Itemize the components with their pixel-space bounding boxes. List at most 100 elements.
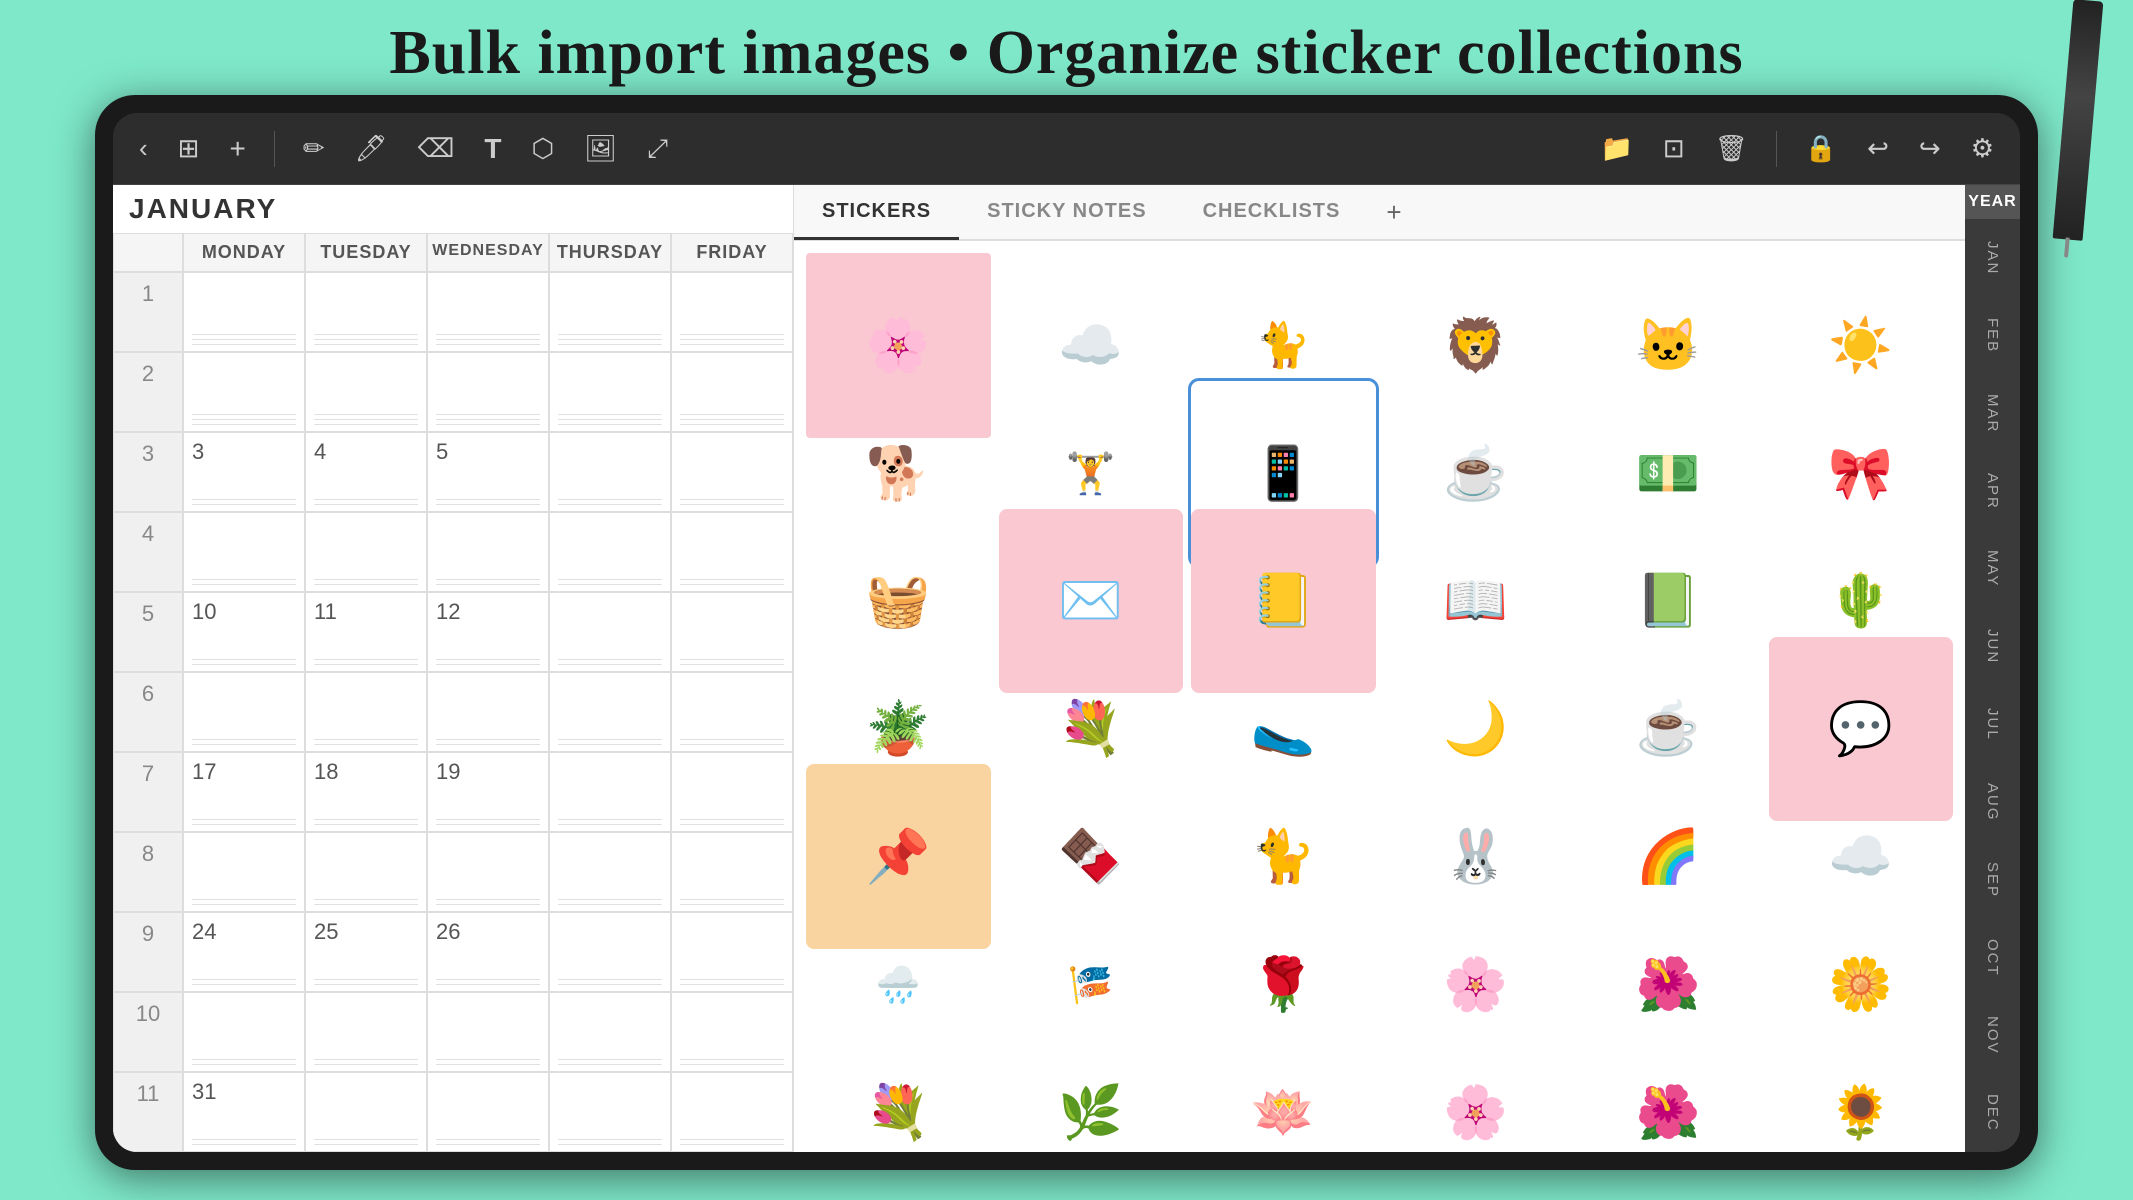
pen-icon[interactable]: 🖊 [349, 127, 394, 170]
cal-cell-r7c4[interactable] [549, 752, 671, 832]
back-icon[interactable]: ‹ [133, 127, 154, 170]
select-icon[interactable]: ⤢ [641, 127, 674, 171]
image-icon[interactable]: 🖼 [578, 127, 623, 170]
cal-cell-r4c2[interactable] [305, 512, 427, 592]
cal-cell-r5c1[interactable]: 10 [183, 592, 305, 672]
cal-cell-r11c2[interactable] [305, 1072, 427, 1152]
cal-cell-r3c3[interactable]: 5 [427, 432, 549, 512]
grid-icon[interactable]: ⊞ [172, 127, 206, 170]
calendar-month: JANUARY [129, 193, 277, 225]
tab-stickers[interactable]: STICKERS [794, 186, 959, 240]
month-jan[interactable]: JAN [1984, 219, 2001, 297]
cal-cell-r7c3[interactable]: 19 [427, 752, 549, 832]
cal-cell-r11c3[interactable] [427, 1072, 549, 1152]
month-sep[interactable]: SEP [1984, 841, 2001, 919]
crop-icon[interactable]: ⊡ [1657, 127, 1691, 170]
cal-cell-r6c5[interactable] [671, 672, 793, 752]
sticker-38[interactable]: 🌿 [999, 1020, 1184, 1152]
month-apr[interactable]: APR [1984, 452, 2001, 530]
cal-cell-r6c4[interactable] [549, 672, 671, 752]
cal-cell-r2c4[interactable] [549, 352, 671, 432]
cal-cell-r4c5[interactable] [671, 512, 793, 592]
month-jul[interactable]: JUL [1984, 686, 2001, 764]
tab-sticky-notes[interactable]: STICKY NOTES [959, 186, 1174, 240]
cal-cell-r9c4[interactable] [549, 912, 671, 992]
cal-cell-r6c3[interactable] [427, 672, 549, 752]
cal-cell-r7c5[interactable] [671, 752, 793, 832]
month-may[interactable]: MAY [1984, 530, 2001, 608]
cal-cell-r10c2[interactable] [305, 992, 427, 1072]
cal-cell-r2c2[interactable] [305, 352, 427, 432]
cal-cell-r1c2[interactable] [305, 272, 427, 352]
cal-cell-r9c3[interactable]: 26 [427, 912, 549, 992]
cal-cell-r11c4[interactable] [549, 1072, 671, 1152]
undo-icon[interactable]: ↩ [1861, 127, 1895, 170]
year-label[interactable]: YEAR [1965, 185, 2020, 219]
eraser-icon[interactable]: ⌫ [412, 127, 461, 170]
redo-icon[interactable]: ↪ [1913, 127, 1947, 170]
shape-icon[interactable]: ⬡ [526, 127, 561, 170]
cal-cell-r3c5[interactable] [671, 432, 793, 512]
cal-cell-r9c5[interactable] [671, 912, 793, 992]
cal-cell-r2c1[interactable] [183, 352, 305, 432]
cal-cell-r7c1[interactable]: 17 [183, 752, 305, 832]
sticker-37[interactable]: 💐 [806, 1020, 991, 1152]
cal-cell-r6c1[interactable] [183, 672, 305, 752]
cal-cell-r1c3[interactable] [427, 272, 549, 352]
row-9: 9 [113, 912, 183, 992]
month-mar[interactable]: MAR [1984, 375, 2001, 453]
cal-cell-r8c3[interactable] [427, 832, 549, 912]
cal-cell-r5c3[interactable]: 12 [427, 592, 549, 672]
cal-cell-r8c1[interactable] [183, 832, 305, 912]
cal-cell-r3c1[interactable]: 3 [183, 432, 305, 512]
text-icon[interactable]: T [478, 127, 507, 171]
month-oct[interactable]: OCT [1984, 919, 2001, 997]
files-icon[interactable]: 📁 [1595, 127, 1639, 170]
sticker-40[interactable]: 🌸 [1384, 1020, 1569, 1152]
cal-cell-r7c2[interactable]: 18 [305, 752, 427, 832]
row-7: 7 [113, 752, 183, 832]
month-dec[interactable]: DEC [1984, 1074, 2001, 1152]
cal-cell-r2c5[interactable] [671, 352, 793, 432]
sticker-42[interactable]: 🌻 [1769, 1020, 1954, 1152]
month-feb[interactable]: FEB [1984, 297, 2001, 375]
settings-icon[interactable]: ⚙ [1965, 127, 2000, 170]
cal-cell-r1c4[interactable] [549, 272, 671, 352]
tablet-frame: ‹ ⊞ + ✏ 🖊 ⌫ T ⬡ 🖼 ⤢ 📁 ⊡ 🗑 🔒 ↩ ↪ ⚙ [95, 95, 2038, 1170]
cal-cell-r10c1[interactable] [183, 992, 305, 1072]
delete-icon[interactable]: 🗑 [1709, 127, 1754, 170]
cal-cell-r11c1[interactable]: 31 [183, 1072, 305, 1152]
add-icon[interactable]: + [223, 127, 251, 171]
cal-cell-r11c5[interactable] [671, 1072, 793, 1152]
cal-cell-r9c1[interactable]: 24 [183, 912, 305, 992]
cal-cell-r5c4[interactable] [549, 592, 671, 672]
cal-cell-r3c4[interactable] [549, 432, 671, 512]
cal-cell-r4c3[interactable] [427, 512, 549, 592]
add-tab-button[interactable]: + [1368, 187, 1419, 238]
cal-cell-r10c3[interactable] [427, 992, 549, 1072]
sticker-39[interactable]: 🪷 [1191, 1020, 1376, 1152]
cal-cell-r4c1[interactable] [183, 512, 305, 592]
month-aug[interactable]: AUG [1984, 763, 2001, 841]
cal-cell-r9c2[interactable]: 25 [305, 912, 427, 992]
pencil-icon[interactable]: ✏ [297, 127, 331, 170]
sticker-41[interactable]: 🌺 [1576, 1020, 1761, 1152]
cal-cell-r2c3[interactable] [427, 352, 549, 432]
cal-cell-r8c5[interactable] [671, 832, 793, 912]
cal-cell-r1c5[interactable] [671, 272, 793, 352]
cal-cell-r6c2[interactable] [305, 672, 427, 752]
row-6: 6 [113, 672, 183, 752]
cal-cell-r5c2[interactable]: 11 [305, 592, 427, 672]
cal-cell-r1c1[interactable] [183, 272, 305, 352]
cal-cell-r8c2[interactable] [305, 832, 427, 912]
lock-icon[interactable]: 🔒 [1799, 127, 1843, 170]
cal-cell-r3c2[interactable]: 4 [305, 432, 427, 512]
month-nov[interactable]: NOV [1984, 997, 2001, 1075]
tab-checklists[interactable]: CHECKLISTS [1175, 186, 1369, 240]
cal-cell-r10c5[interactable] [671, 992, 793, 1072]
cal-cell-r4c4[interactable] [549, 512, 671, 592]
cal-cell-r8c4[interactable] [549, 832, 671, 912]
cal-cell-r10c4[interactable] [549, 992, 671, 1072]
cal-cell-r5c5[interactable] [671, 592, 793, 672]
month-jun[interactable]: JUN [1984, 608, 2001, 686]
